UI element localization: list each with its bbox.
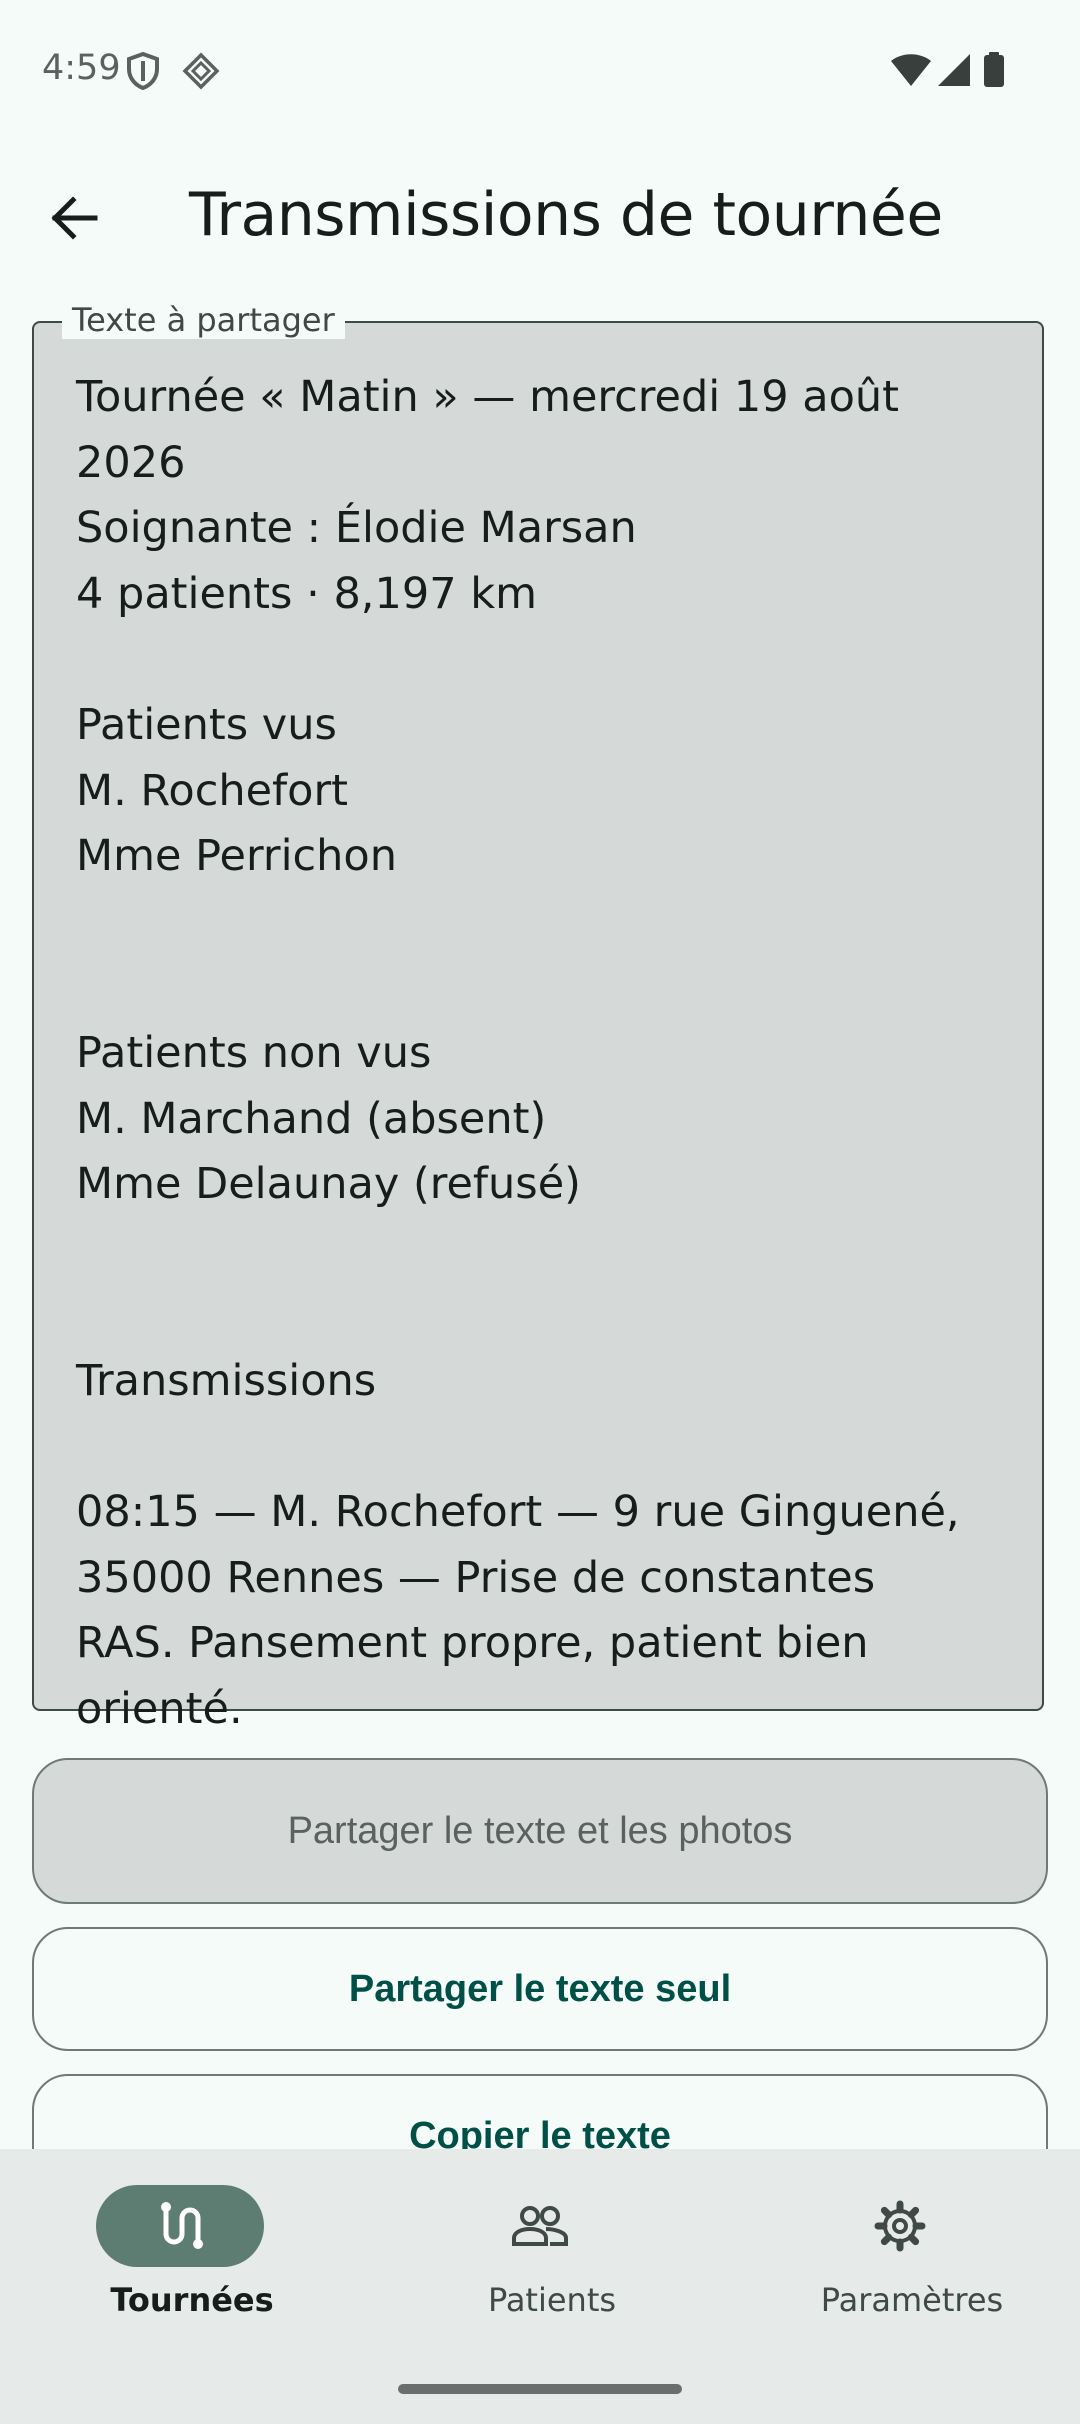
shield-icon <box>126 51 160 95</box>
nav-label: Patients <box>487 2281 617 2319</box>
nav-label: Paramètres <box>820 2281 1004 2319</box>
nav-indicator <box>96 2185 264 2267</box>
route-icon <box>161 2202 203 2249</box>
arrow-back-icon <box>51 196 98 240</box>
status-bar: 4:59 <box>0 0 1080 140</box>
top-app-bar: Transmissions de tournée <box>0 150 1080 280</box>
gear-icon <box>874 2200 926 2252</box>
signal-icon <box>936 52 972 93</box>
people-icon <box>512 2206 568 2246</box>
nav-label: Tournées <box>110 2281 274 2319</box>
page-title: Transmissions de tournée <box>189 180 943 250</box>
battery-icon <box>983 52 1005 93</box>
diamond-icon <box>182 52 220 95</box>
nav-item-parametres[interactable]: Paramètres <box>732 2185 1080 2345</box>
wifi-icon <box>890 52 932 93</box>
nav-item-patients[interactable]: Patients <box>372 2185 732 2345</box>
share-text-and-photos-button[interactable]: Partager le texte et les photos <box>32 1758 1048 1904</box>
share-text-field-label: Texte à partager <box>62 301 345 339</box>
back-button[interactable] <box>36 180 112 256</box>
bottom-navigation-bar: Tournées Patients Paramètres <box>0 2149 1080 2424</box>
share-text-field[interactable]: Texte à partager Tournée « Matin » — mer… <box>32 301 1044 1734</box>
nav-item-tournees[interactable]: Tournées <box>12 2185 372 2345</box>
home-indicator[interactable] <box>398 2384 682 2394</box>
share-text-only-button[interactable]: Partager le texte seul <box>32 1927 1048 2051</box>
share-text-content[interactable]: Tournée « Matin » — mercredi 19 août 202… <box>76 365 1012 1742</box>
status-time: 4:59 <box>42 48 121 88</box>
